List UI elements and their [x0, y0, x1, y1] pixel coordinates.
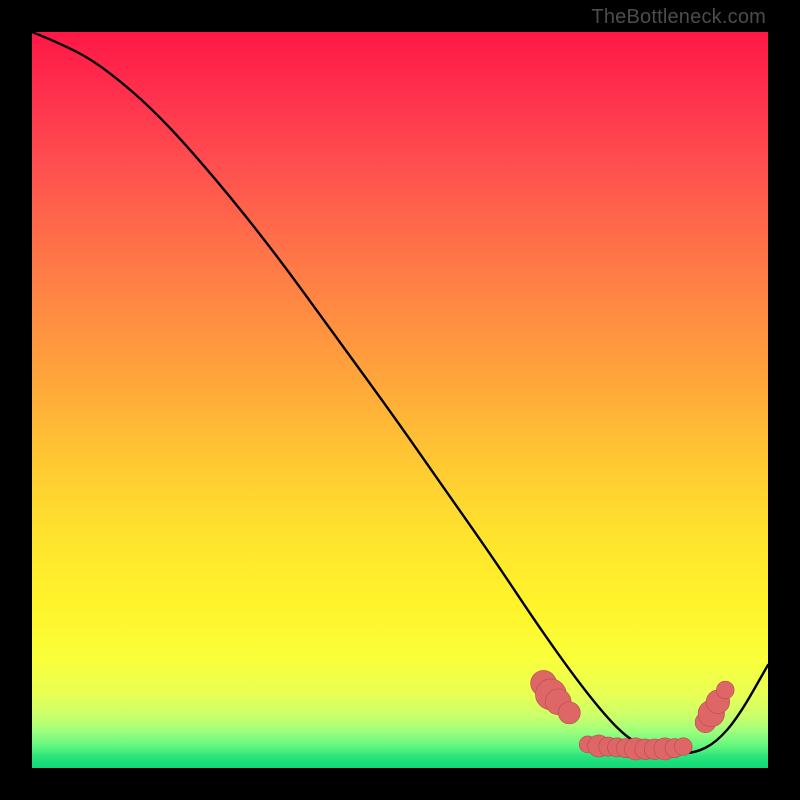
- watermark-text: TheBottleneck.com: [591, 6, 766, 29]
- bottleneck-curve: [32, 32, 768, 753]
- highlight-dot: [675, 738, 693, 756]
- highlight-dots: [531, 670, 735, 759]
- chart-frame: TheBottleneck.com: [0, 0, 800, 800]
- highlight-dot: [558, 702, 580, 724]
- highlight-dot: [716, 681, 734, 699]
- chart-svg: [32, 32, 768, 768]
- plot-area: [32, 32, 768, 768]
